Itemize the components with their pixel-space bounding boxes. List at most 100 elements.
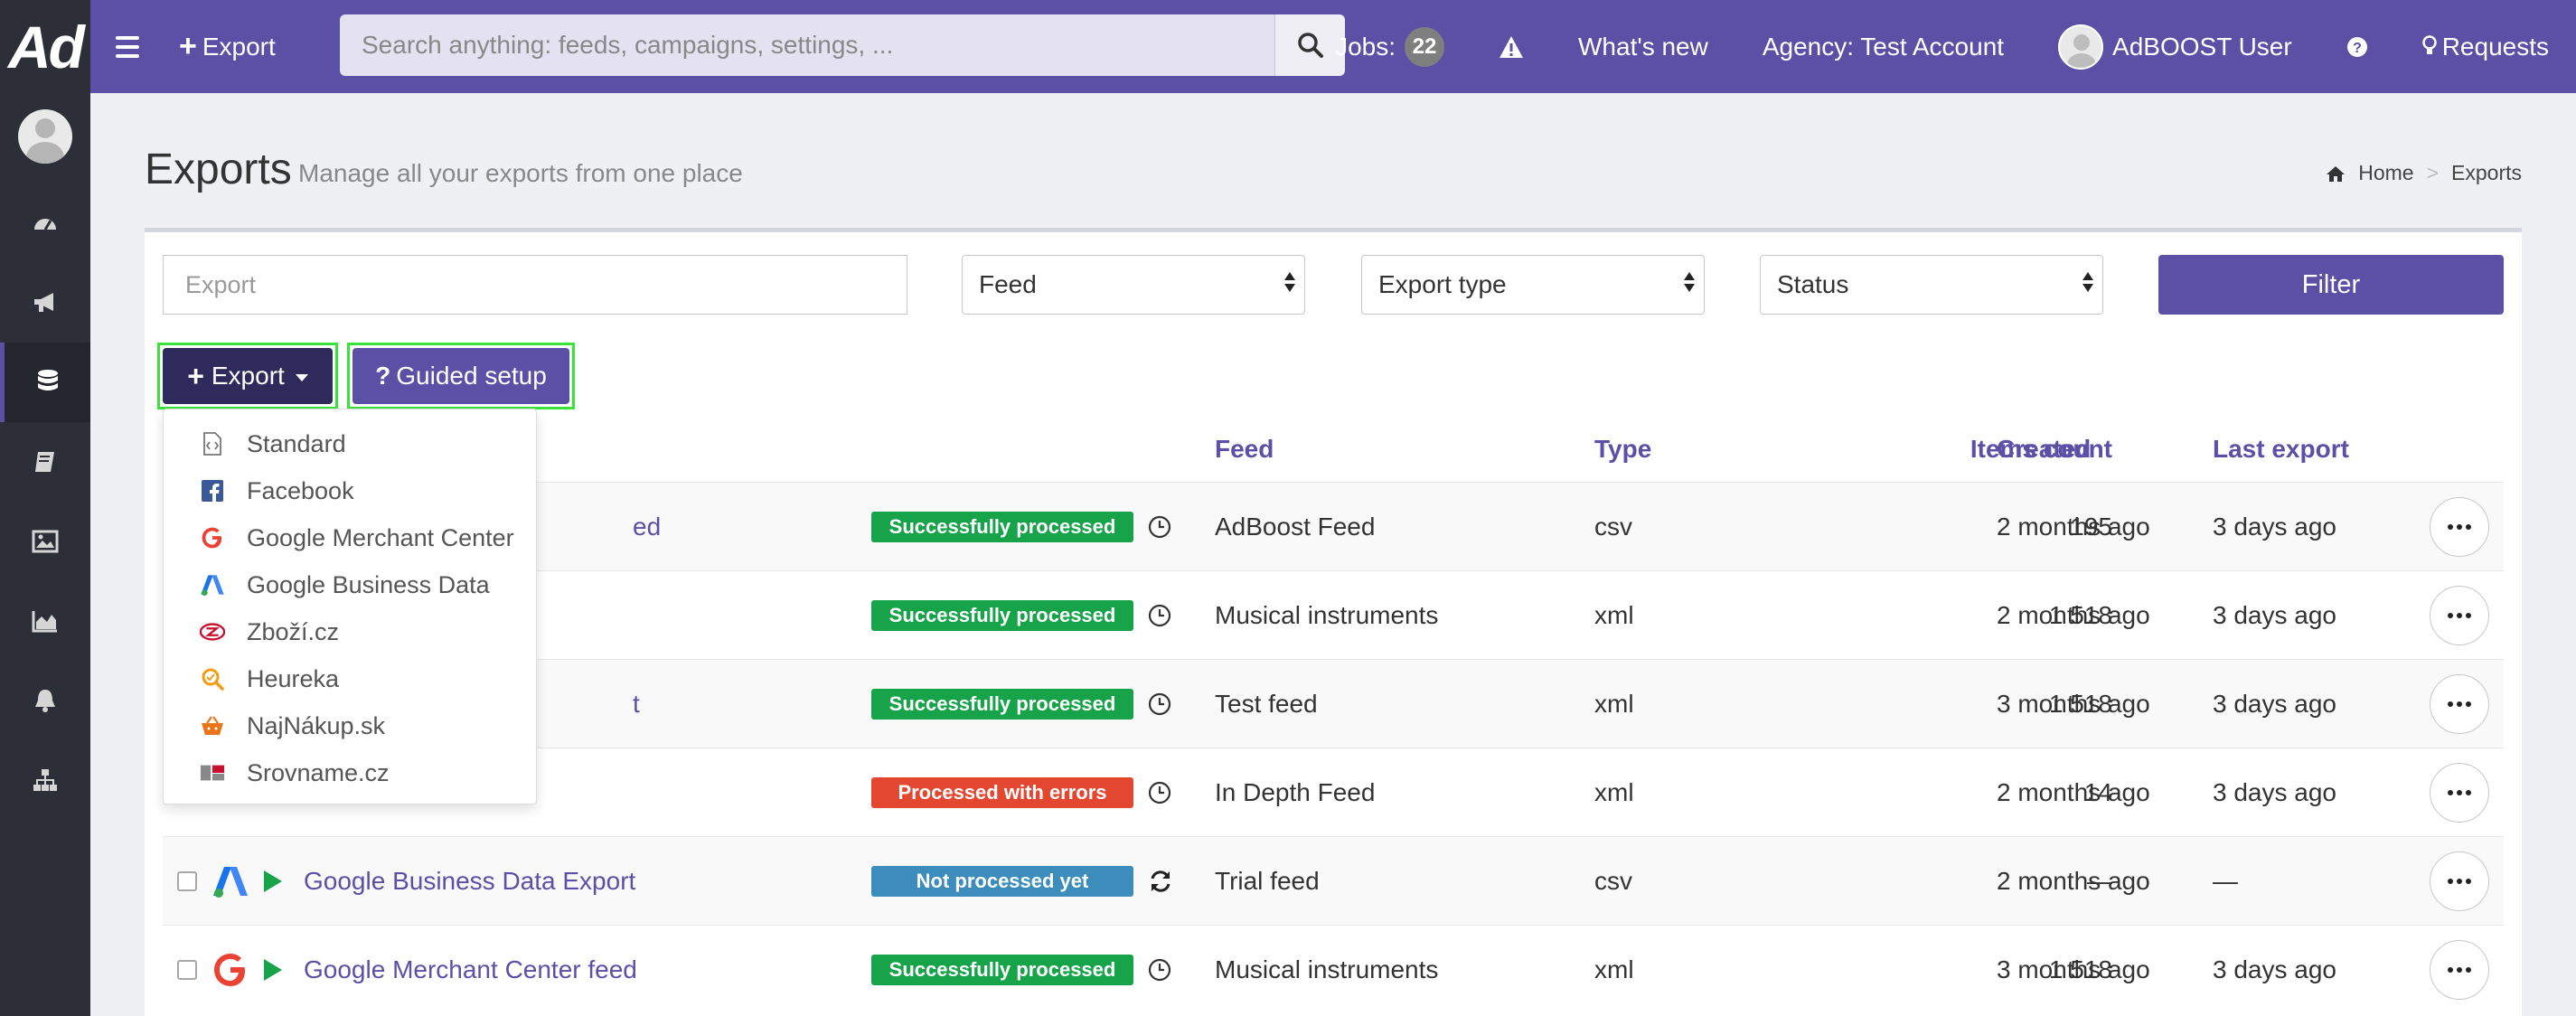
agency-switcher[interactable]: Agency: Test Account [1763, 33, 2004, 61]
sidebar-avatar[interactable] [18, 109, 72, 164]
last-export-cell: — [2213, 867, 2238, 895]
google-icon [213, 926, 248, 1014]
dropdown-item-google-merchant-center[interactable]: Google Merchant Center [164, 514, 536, 561]
last-export-cell: 3 days ago [2213, 955, 2336, 983]
database-icon [37, 370, 58, 390]
schedule-clock-icon[interactable] [1148, 571, 1171, 660]
sidebar-item-statistics[interactable] [0, 581, 90, 661]
guided-setup-button[interactable]: ? Guided setup [353, 348, 569, 404]
row-actions-button[interactable] [2430, 674, 2489, 734]
row-actions-button[interactable] [2430, 763, 2489, 823]
created-cell: 2 months ago [1997, 867, 2150, 895]
sidebar-item-notifications[interactable] [0, 661, 90, 740]
dropdown-item-heureka[interactable]: Heureka [164, 655, 536, 702]
megaphone-icon [34, 293, 53, 312]
dashboard-icon [34, 219, 56, 230]
last-export-cell: 3 days ago [2213, 690, 2336, 718]
sidebar-item-catalog[interactable] [0, 422, 90, 502]
feed-cell: AdBoost Feed [1215, 513, 1376, 541]
sidebar [0, 93, 90, 1016]
type-cell: xml [1594, 690, 1634, 718]
export-type-select[interactable]: Export type [1361, 255, 1705, 315]
code-file-icon [200, 431, 225, 456]
row-checkbox[interactable] [177, 871, 197, 891]
last-export-cell: 3 days ago [2213, 513, 2336, 541]
menu-toggle-icon[interactable] [116, 35, 139, 58]
dropdown-item-label: Google Merchant Center [247, 523, 514, 551]
status-select[interactable]: Status [1760, 255, 2103, 315]
created-cell: 2 months ago [1997, 513, 2150, 541]
schedule-clock-icon[interactable] [1148, 660, 1171, 748]
sidebar-item-dashboard[interactable] [0, 183, 90, 263]
feed-select[interactable]: Feed [962, 255, 1305, 315]
add-export-button[interactable]: + Export [163, 348, 333, 404]
user-menu[interactable]: AdBOOST User [2058, 24, 2292, 70]
app-logo[interactable]: Ad [0, 0, 90, 93]
dropdown-item-srovname[interactable]: Srovname.cz [164, 749, 536, 796]
dropdown-item-google-business-data[interactable]: Google Business Data [164, 561, 536, 608]
page-subtitle: Manage all your exports from one place [298, 159, 743, 187]
export-name[interactable]: ed [633, 483, 661, 571]
dropdown-item-facebook[interactable]: Facebook [164, 467, 536, 514]
column-header-type[interactable]: Type [1594, 435, 1651, 464]
user-name: AdBOOST User [2112, 32, 2292, 61]
top-navbar: Ad + Export Jobs: 22 What's new Agency: … [0, 0, 2576, 93]
export-name[interactable]: t [633, 660, 640, 748]
warning-icon [1500, 35, 1523, 58]
facebook-icon [200, 478, 225, 503]
dropdown-item-zbozi[interactable]: Zboží.cz [164, 608, 536, 655]
page-title: Exports [145, 146, 292, 193]
sidebar-item-images[interactable] [0, 502, 90, 581]
filter-button[interactable]: Filter [2158, 255, 2504, 315]
google-icon [200, 525, 225, 550]
row-actions-button[interactable] [2430, 851, 2489, 911]
feed-cell: Musical instruments [1215, 955, 1439, 983]
feed-cell: In Depth Feed [1215, 778, 1376, 806]
export-type-select-value: Export type [1378, 270, 1507, 298]
column-header-last-export[interactable]: Last export [2213, 435, 2349, 464]
row-actions-button[interactable] [2430, 586, 2489, 645]
export-name-text[interactable]: t [633, 690, 640, 719]
dropdown-item-najnakup[interactable]: NajNákup.sk [164, 702, 536, 749]
export-name-text[interactable]: Google Business Data Export [304, 867, 635, 896]
run-export-icon[interactable] [264, 870, 282, 892]
help-button[interactable]: ? [2346, 36, 2368, 58]
status-badge: Successfully processed [871, 512, 1133, 542]
refresh-icon[interactable] [1148, 837, 1173, 926]
export-name[interactable]: Google Merchant Center feed [304, 926, 637, 1014]
run-export-icon[interactable] [264, 959, 282, 981]
export-name[interactable]: Google Business Data Export [304, 837, 635, 926]
export-name-text[interactable]: ed [633, 513, 661, 541]
lightbulb-icon [2421, 34, 2437, 54]
row-actions-button[interactable] [2430, 497, 2489, 557]
top-export-button[interactable]: + Export [179, 29, 276, 64]
top-right-menu: Jobs: 22 What's new Agency: Test Account… [1335, 0, 2576, 93]
export-name-text[interactable]: Google Merchant Center feed [304, 955, 637, 984]
feed-select-value: Feed [979, 270, 1037, 298]
breadcrumb-home[interactable]: Home [2358, 161, 2413, 185]
dropdown-item-label: Standard [247, 429, 346, 457]
alerts-button[interactable] [1499, 35, 1524, 59]
schedule-clock-icon[interactable] [1148, 483, 1171, 571]
area-chart-icon [32, 611, 57, 633]
row-checkbox[interactable] [177, 960, 197, 980]
schedule-clock-icon[interactable] [1148, 926, 1171, 1014]
sidebar-item-structure[interactable] [0, 740, 90, 820]
sidebar-item-campaigns[interactable] [0, 263, 90, 343]
caret-down-icon [295, 374, 308, 381]
jobs-label: Jobs: [1335, 32, 1396, 61]
sidebar-item-exports[interactable] [0, 343, 90, 422]
requests-link[interactable]: Requests [2421, 33, 2549, 61]
column-header-created[interactable]: Created [1997, 435, 2091, 464]
export-filter-input[interactable] [163, 255, 907, 315]
dropdown-item-label: Srovname.cz [247, 758, 390, 786]
column-header-feed[interactable]: Feed [1215, 435, 1274, 464]
dropdown-item-standard[interactable]: Standard [164, 420, 536, 467]
whats-new-link[interactable]: What's new [1578, 33, 1708, 61]
basket-icon [200, 713, 225, 738]
status-badge: Processed with errors [871, 777, 1133, 808]
row-actions-button[interactable] [2430, 940, 2489, 1000]
jobs-indicator[interactable]: Jobs: 22 [1335, 26, 1444, 67]
search-input[interactable] [340, 14, 1274, 76]
schedule-clock-icon[interactable] [1148, 748, 1171, 837]
